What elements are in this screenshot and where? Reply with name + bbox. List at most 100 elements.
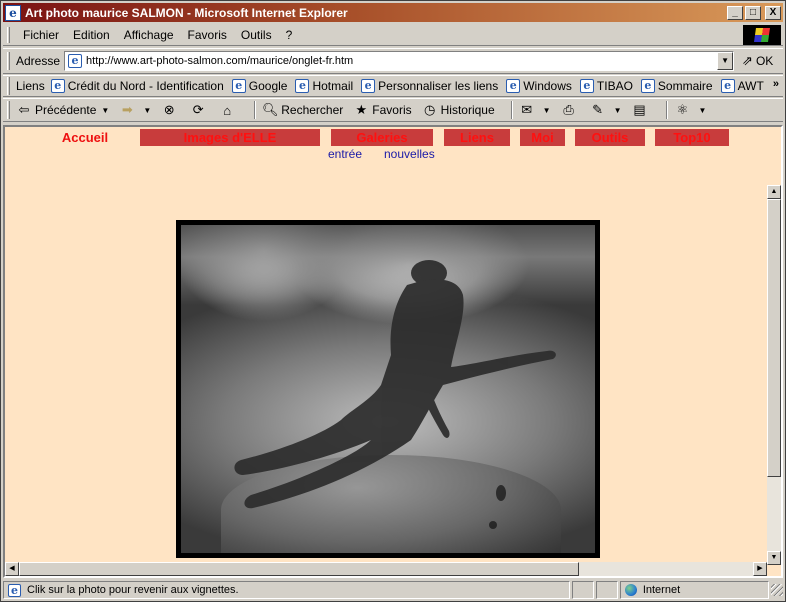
nav-tab-accueil[interactable]: Accueil: [45, 129, 125, 146]
link-page-icon: e: [361, 79, 376, 93]
link-windows[interactable]: e Windows: [506, 79, 572, 93]
favorites-button[interactable]: ★ Favoris: [353, 102, 411, 118]
discuss-button[interactable]: ▤: [631, 102, 650, 118]
vertical-scroll-thumb[interactable]: [767, 199, 781, 477]
status-message-pane: e Clik sur la photo pour revenir aux vig…: [3, 581, 570, 599]
subnav-entree-link[interactable]: entrée: [328, 147, 362, 161]
vertical-scrollbar[interactable]: ▲ ▼: [767, 185, 781, 565]
home-button[interactable]: ⌂: [219, 102, 238, 118]
menu-favoris[interactable]: Favoris: [181, 28, 234, 42]
forward-dropdown-icon[interactable]: ▼: [143, 106, 151, 115]
toolbar-separator: [666, 101, 669, 119]
status-secure-pane: [595, 581, 618, 599]
address-bar: Adresse e http://www.art-photo-salmon.co…: [3, 48, 783, 74]
link-tibao[interactable]: e TIBAO: [579, 79, 633, 93]
page-icon: e: [68, 54, 83, 68]
browser-window: e Art photo maurice SALMON - Microsoft I…: [0, 0, 786, 602]
back-arrow-icon: ⇦: [18, 102, 30, 117]
horizontal-scroll-thumb[interactable]: [19, 562, 579, 576]
menu-outils[interactable]: Outils: [234, 28, 279, 42]
photo-figure: [234, 260, 556, 529]
toolbar-grip[interactable]: [7, 101, 10, 119]
menu-edition[interactable]: Edition: [66, 28, 117, 42]
mail-button[interactable]: ✉ ▼: [519, 102, 551, 118]
favorites-icon: ★: [355, 102, 368, 117]
nav-tab-outils[interactable]: Outils: [575, 129, 645, 146]
home-icon: ⌂: [223, 102, 232, 118]
edit-button[interactable]: ✎ ▼: [590, 102, 622, 118]
go-button[interactable]: ⇗ OK: [742, 53, 773, 69]
link-google[interactable]: e Google: [231, 79, 288, 93]
menu-help[interactable]: ?: [279, 28, 300, 42]
photo-image[interactable]: [181, 225, 595, 553]
refresh-button[interactable]: ⟳: [190, 102, 209, 118]
link-label: Google: [248, 79, 288, 93]
search-button[interactable]: 🔍︎ Rechercher: [262, 102, 343, 118]
address-url[interactable]: http://www.art-photo-salmon.com/maurice/…: [86, 55, 353, 67]
link-personnaliser[interactable]: e Personnaliser les liens: [361, 79, 498, 93]
resize-grip[interactable]: [771, 584, 783, 596]
menu-affichage[interactable]: Affichage: [117, 28, 181, 42]
status-message: Clik sur la photo pour revenir aux vigne…: [27, 584, 239, 596]
scroll-down-button[interactable]: ▼: [767, 551, 781, 565]
link-sommaire[interactable]: e Sommaire: [640, 79, 713, 93]
back-dropdown-icon[interactable]: ▼: [101, 106, 109, 115]
standard-toolbar: ⇦ Précédente ▼ ➡ ▼ ⊗ ⟳ ⌂ 🔍︎ Rechercher ★…: [3, 98, 783, 122]
mail-dropdown-icon[interactable]: ▼: [543, 106, 551, 115]
go-arrow-icon: ⇗: [742, 53, 753, 68]
mail-icon: ✉: [521, 102, 533, 117]
page-icon: e: [8, 583, 21, 597]
links-more-chevron-icon[interactable]: »: [773, 78, 779, 90]
scroll-up-button[interactable]: ▲: [767, 185, 781, 199]
back-label: Précédente: [35, 103, 97, 117]
nav-tab-moi[interactable]: Moi: [520, 129, 565, 146]
link-page-icon: e: [50, 79, 65, 93]
status-bar: e Clik sur la photo pour revenir aux vig…: [3, 580, 783, 600]
link-label: Hotmail: [312, 79, 354, 93]
link-hotmail[interactable]: e Hotmail: [295, 79, 353, 93]
close-button[interactable]: X: [765, 5, 781, 20]
horizontal-scrollbar[interactable]: ◀ ▶: [5, 562, 767, 576]
address-field[interactable]: e http://www.art-photo-salmon.com/mauric…: [64, 51, 735, 71]
history-button[interactable]: ◷ Historique: [422, 102, 495, 118]
link-label: TIBAO: [596, 79, 633, 93]
toolbar-grip[interactable]: [7, 26, 10, 43]
link-page-icon: e: [506, 79, 521, 93]
back-button[interactable]: ⇦ Précédente ▼: [16, 102, 110, 118]
link-credit-du-nord[interactable]: e Crédit du Nord - Identification: [50, 79, 224, 93]
minimize-button[interactable]: _: [727, 5, 743, 20]
translate-button[interactable]: ⚛ ▼: [674, 102, 707, 118]
scroll-right-button[interactable]: ▶: [753, 562, 767, 576]
menu-fichier[interactable]: Fichier: [16, 28, 66, 42]
windows-logo-throbber: [743, 25, 781, 45]
status-zone: Internet: [642, 584, 681, 596]
edit-dropdown-icon[interactable]: ▼: [614, 106, 622, 115]
toolbar-grip[interactable]: [7, 77, 10, 95]
print-button[interactable]: ⎙: [561, 102, 580, 118]
site-nav: Accueil Images d'ELLE Galeries Liens Moi…: [5, 129, 765, 147]
nav-tab-top10[interactable]: Top10: [655, 129, 729, 146]
ie-app-icon[interactable]: e: [5, 4, 21, 21]
status-progress-pane: [571, 581, 594, 599]
translate-icon: ⚛: [676, 102, 689, 117]
window-title: Art photo maurice SALMON - Microsoft Int…: [25, 5, 348, 20]
main-photo[interactable]: [176, 220, 600, 558]
maximize-button[interactable]: □: [745, 5, 761, 20]
address-label: Adresse: [16, 54, 61, 68]
nav-tab-images-delle[interactable]: Images d'ELLE: [140, 129, 320, 146]
status-zone-pane: Internet: [619, 581, 770, 599]
link-awt[interactable]: e AWT: [720, 79, 764, 93]
scroll-left-button[interactable]: ◀: [5, 562, 19, 576]
nav-tab-liens[interactable]: Liens: [444, 129, 510, 146]
nav-tab-galeries[interactable]: Galeries: [331, 129, 433, 146]
subnav-nouvelles-link[interactable]: nouvelles: [384, 147, 435, 161]
title-bar: e Art photo maurice SALMON - Microsoft I…: [3, 3, 783, 22]
toolbar-grip[interactable]: [7, 52, 10, 70]
link-page-icon: e: [579, 79, 594, 93]
address-dropdown-button[interactable]: ▼: [717, 52, 734, 70]
internet-globe-icon: [624, 584, 637, 596]
translate-dropdown-icon[interactable]: ▼: [698, 106, 706, 115]
forward-button[interactable]: ➡ ▼: [119, 102, 151, 118]
stop-button[interactable]: ⊗: [161, 102, 180, 118]
stop-icon: ⊗: [163, 102, 175, 117]
